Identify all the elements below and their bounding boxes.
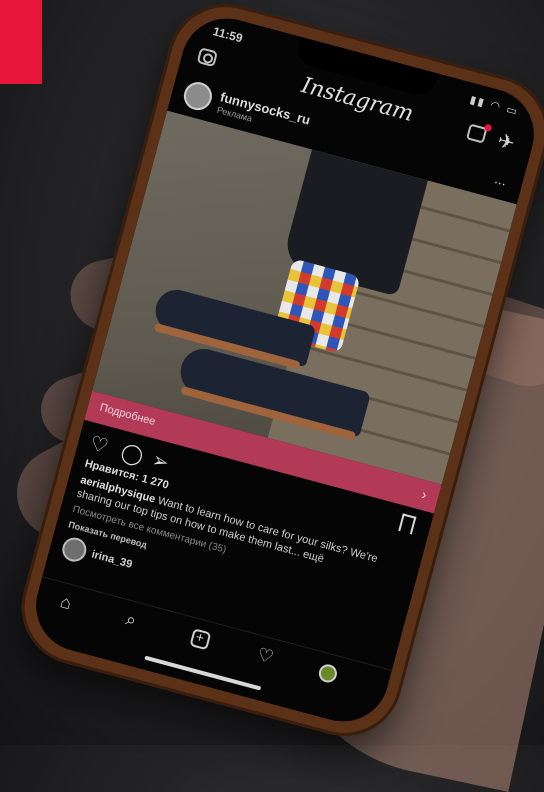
add-post-icon[interactable] xyxy=(189,628,212,651)
bookmark-icon[interactable] xyxy=(398,513,417,535)
profile-icon[interactable] xyxy=(316,662,339,685)
comment-icon[interactable]: ◯ xyxy=(118,439,146,469)
share-icon[interactable]: ➢ xyxy=(149,447,172,475)
cta-label: Подробнее xyxy=(98,401,157,428)
search-icon[interactable]: ⌕ xyxy=(123,609,139,632)
tab-bar: ⌂ ⌕ ♡ xyxy=(31,576,393,710)
heart-icon[interactable]: ♡ xyxy=(87,431,111,460)
chevron-right-icon: › xyxy=(419,485,429,503)
avatar[interactable] xyxy=(180,78,216,114)
more-options-icon[interactable]: ... xyxy=(493,170,508,188)
status-time: 11:59 xyxy=(211,24,245,46)
brand-red-block xyxy=(0,0,42,84)
home-icon[interactable]: ⌂ xyxy=(58,591,74,614)
commenter-username[interactable]: irina_39 xyxy=(90,548,133,570)
avatar[interactable] xyxy=(59,534,90,565)
heart-icon[interactable]: ♡ xyxy=(255,644,276,668)
